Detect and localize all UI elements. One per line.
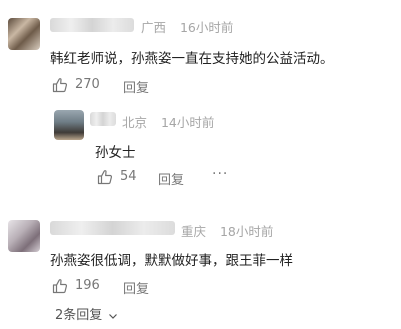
sub-reply-meta: 北京 14小时前 bbox=[122, 112, 214, 131]
like-count: 270 bbox=[75, 77, 100, 92]
comment-meta: 重庆 18小时前 bbox=[181, 221, 273, 240]
avatar[interactable] bbox=[8, 220, 40, 252]
comment-text: 孙燕姿很低调，默默做好事，跟王菲一样 bbox=[50, 253, 293, 269]
sub-reply-time: 14小时前 bbox=[160, 115, 215, 130]
username-blurred[interactable] bbox=[50, 18, 134, 32]
replies-count-label: 2条回复 bbox=[55, 308, 103, 323]
like-count: 54 bbox=[120, 169, 137, 184]
reply-button[interactable]: 回复 bbox=[123, 278, 149, 297]
chevron-down-icon bbox=[109, 313, 118, 319]
comment-time: 18小时前 bbox=[219, 224, 274, 239]
comment-location: 广西 bbox=[141, 20, 167, 35]
username-blurred[interactable] bbox=[50, 221, 175, 235]
comment-location: 重庆 bbox=[181, 224, 207, 239]
thumbs-up-icon[interactable] bbox=[52, 77, 68, 93]
comment-meta: 广西 16小时前 bbox=[141, 17, 233, 36]
reply-button[interactable]: 回复 bbox=[123, 77, 149, 96]
avatar[interactable] bbox=[8, 18, 40, 50]
reply-button[interactable]: 回复 bbox=[158, 169, 184, 188]
expand-replies-button[interactable]: 2条回复 bbox=[55, 304, 118, 323]
thumbs-up-icon[interactable] bbox=[52, 278, 68, 294]
sub-reply-location: 北京 bbox=[122, 115, 148, 130]
avatar[interactable] bbox=[54, 110, 84, 140]
comment-time: 16小时前 bbox=[179, 20, 234, 35]
more-options-button[interactable]: ··· bbox=[212, 166, 228, 182]
sub-reply-text: 孙女士 bbox=[95, 145, 136, 161]
like-count: 196 bbox=[75, 278, 100, 293]
thumbs-up-icon[interactable] bbox=[97, 169, 113, 185]
username-blurred[interactable] bbox=[90, 112, 116, 126]
comment-text: 韩红老师说，孙燕姿一直在支持她的公益活动。 bbox=[50, 51, 334, 67]
